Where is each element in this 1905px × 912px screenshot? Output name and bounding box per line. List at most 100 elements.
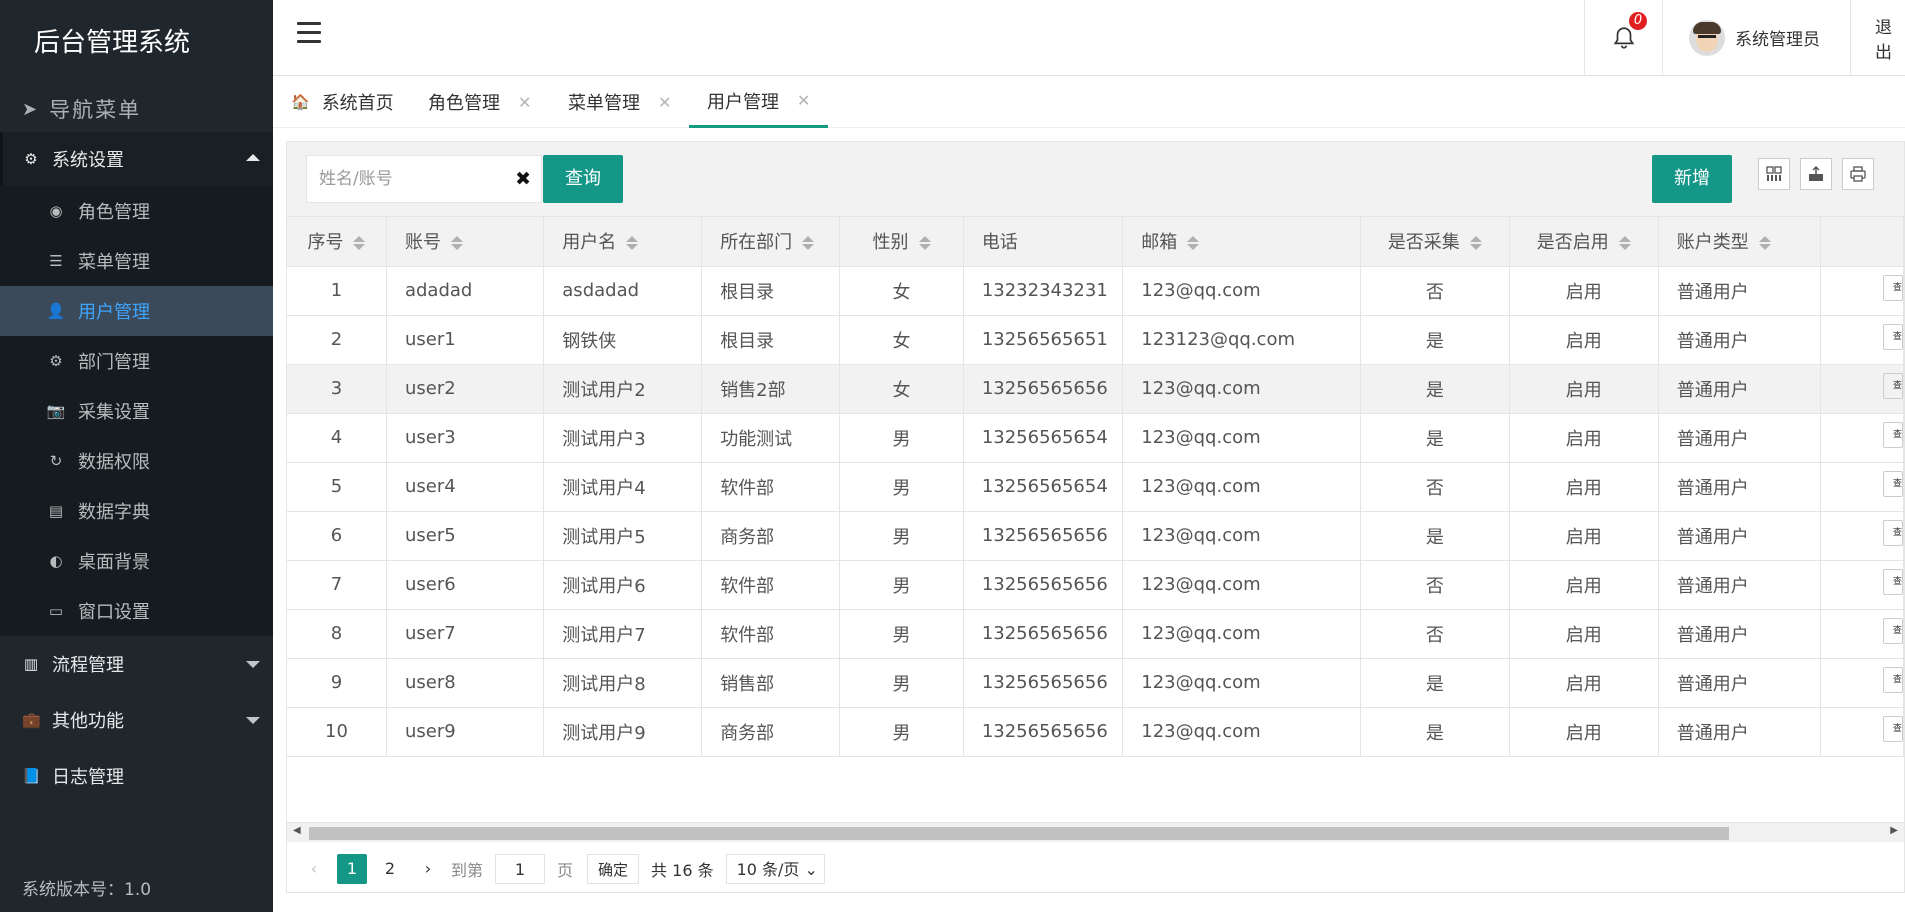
clear-icon[interactable]: ✖ — [515, 168, 531, 190]
sort-icon[interactable] — [626, 235, 639, 251]
next-page-icon[interactable]: › — [413, 854, 443, 884]
sort-icon[interactable] — [1758, 235, 1771, 251]
sidebar-item-desktop-background[interactable]: ◐ 桌面背景 — [0, 536, 273, 586]
table-row[interactable]: 8 user7 测试用户7 软件部男 13256565656 123@qq.com 否启用普… — [287, 609, 1904, 659]
view-row-button[interactable]: 查 — [1882, 520, 1903, 546]
table-row[interactable]: 1 adadad asdadad 根目录女 13232343231 123@qq.com 否… — [287, 266, 1904, 316]
caret-down-icon — [246, 661, 260, 668]
sort-icon[interactable] — [450, 235, 463, 251]
view-row-button[interactable]: 查 — [1882, 569, 1903, 595]
sidebar-group-other-functions[interactable]: 💼 其他功能 — [0, 692, 273, 748]
sort-icon[interactable] — [918, 235, 931, 251]
table-cell-actions: 查 — [1820, 413, 1904, 463]
page-button-2[interactable]: 2 — [375, 854, 405, 884]
sort-icon[interactable] — [1469, 235, 1482, 251]
column-header[interactable]: 是否采集 — [1360, 217, 1510, 267]
search-input[interactable] — [307, 156, 497, 202]
table-cell: user3 — [386, 413, 545, 463]
query-button[interactable]: 查询 — [543, 155, 623, 203]
view-row-button[interactable]: 查 — [1882, 716, 1903, 742]
scroll-right-icon[interactable]: ▶ — [1890, 825, 1898, 836]
table-cell: 13232343231 — [963, 266, 1124, 316]
prev-page-icon[interactable]: ‹ — [299, 854, 329, 884]
table-cell: 男 — [839, 462, 964, 512]
sidebar-group-process-management[interactable]: ▥ 流程管理 — [0, 636, 273, 692]
sort-icon[interactable] — [1618, 235, 1631, 251]
sort-icon[interactable] — [1187, 235, 1200, 251]
sidebar-item-data-dictionary[interactable]: ▤ 数据字典 — [0, 486, 273, 536]
column-header[interactable]: 序号 — [287, 217, 387, 267]
close-icon[interactable]: ✕ — [797, 91, 810, 110]
table-cell: 软件部 — [701, 560, 841, 610]
table-cell: user2 — [386, 364, 545, 414]
table-cell: 4 — [287, 413, 387, 463]
print-button[interactable] — [1842, 158, 1874, 190]
sidebar-item-user-management[interactable]: 👤 用户管理 — [0, 286, 273, 336]
goto-confirm-button[interactable]: 确定 — [587, 853, 640, 884]
view-row-button[interactable]: 查 — [1882, 422, 1903, 448]
page-size-select[interactable]: 10 条/页 ⌄ — [725, 853, 825, 884]
column-header[interactable]: 账号 — [386, 217, 545, 267]
horizontal-scrollbar[interactable]: ◀ ▶ — [287, 822, 1904, 842]
user-menu[interactable]: 系统管理员 — [1662, 0, 1850, 75]
table-row[interactable]: 6 user5 测试用户5 商务部男 13256565656 123@qq.com 是启用普… — [287, 511, 1904, 561]
tab-menu-management[interactable]: 菜单管理 ✕ — [568, 76, 671, 128]
sidebar-item-role-management[interactable]: ◉ 角色管理 — [0, 186, 273, 236]
table-row[interactable]: 2 user1 钢铁侠 根目录女 13256565651 123123@qq.com 是启用… — [287, 315, 1904, 365]
column-header[interactable]: 所在部门 — [701, 217, 841, 267]
page-button-1[interactable]: 1 — [337, 853, 367, 884]
add-button[interactable]: 新增 — [1652, 155, 1732, 203]
column-header[interactable]: 账户类型 — [1658, 217, 1821, 267]
export-button[interactable] — [1800, 158, 1832, 190]
column-header[interactable]: 性别 — [839, 217, 964, 267]
sidebar-item-menu-management[interactable]: ☰ 菜单管理 — [0, 236, 273, 286]
table-row[interactable]: 10 user9 测试用户9 商务部男 13256565656 123@qq.com 是启用… — [287, 707, 1904, 757]
view-row-button[interactable]: 查 — [1882, 324, 1903, 350]
scroll-thumb[interactable] — [309, 827, 1729, 840]
column-header[interactable]: 用户名 — [543, 217, 703, 267]
sort-icon[interactable] — [802, 235, 815, 251]
table-cell: 测试用户9 — [543, 707, 703, 757]
sidebar-item-window-settings[interactable]: ▭ 窗口设置 — [0, 586, 273, 636]
table-row[interactable]: 4 user3 测试用户3 功能测试男 13256565654 123@qq.com 是启用… — [287, 413, 1904, 463]
column-header[interactable]: 是否启用 — [1509, 217, 1659, 267]
columns-filter-button[interactable] — [1758, 158, 1790, 190]
sidebar-group-system-settings[interactable]: ⚙ 系统设置 — [0, 132, 273, 186]
chevron-down-icon: ⌄ — [804, 859, 818, 879]
view-row-button[interactable]: 查 — [1882, 618, 1903, 644]
close-icon[interactable]: ✕ — [518, 93, 531, 112]
tab-role-management[interactable]: 角色管理 ✕ — [428, 76, 531, 128]
sidebar-item-department-management[interactable]: ⚙ 部门管理 — [0, 336, 273, 386]
hamburger-menu-icon[interactable] — [297, 22, 321, 46]
user-name: 系统管理员 — [1735, 30, 1820, 50]
goto-page-input[interactable]: 1 — [495, 853, 546, 884]
view-row-button[interactable]: 查 — [1882, 471, 1903, 497]
close-icon[interactable]: ✕ — [658, 93, 671, 112]
scroll-left-icon[interactable]: ◀ — [293, 825, 301, 836]
table-row[interactable]: 9 user8 测试用户8 销售部男 13256565656 123@qq.com 是启用普… — [287, 658, 1904, 708]
avatar — [1689, 19, 1725, 56]
table-row[interactable]: 7 user6 测试用户6 软件部男 13256565656 123@qq.com 否启用普… — [287, 560, 1904, 610]
table-row[interactable]: 5 user4 测试用户4 软件部男 13256565654 123@qq.com 否启用普… — [287, 462, 1904, 512]
table-cell: 测试用户7 — [543, 609, 703, 659]
sidebar-item-label: 用户管理 — [78, 302, 150, 323]
tab-user-management[interactable]: 用户管理 ✕ — [689, 76, 829, 128]
circle-dot-icon: ◉ — [49, 202, 63, 220]
view-row-button[interactable]: 查 — [1882, 275, 1903, 301]
table-cell: 启用 — [1509, 560, 1659, 610]
tab-home[interactable]: 🏠 系统首页 — [291, 76, 394, 128]
sidebar-group-log-management[interactable]: 📘 日志管理 — [0, 748, 273, 804]
table-row[interactable]: 3 user2 测试用户2 销售2部女 13256565656 123@qq.com 是启用… — [287, 364, 1904, 414]
tab-label: 用户管理 — [707, 91, 779, 113]
notification-button[interactable]: 0 — [1584, 0, 1662, 75]
column-header[interactable]: 邮箱 — [1122, 217, 1361, 267]
view-row-button[interactable]: 查 — [1882, 667, 1903, 693]
camera-icon: 📷 — [46, 402, 66, 420]
sort-icon[interactable] — [353, 235, 366, 251]
view-row-button[interactable]: 查 — [1882, 373, 1903, 399]
table-cell: 启用 — [1509, 511, 1659, 561]
sidebar-item-collection-settings[interactable]: 📷 采集设置 — [0, 386, 273, 436]
logout-button[interactable]: 退出 — [1850, 0, 1905, 75]
sidebar-item-data-permission[interactable]: ↻ 数据权限 — [0, 436, 273, 486]
table-cell: 123@qq.com — [1122, 364, 1361, 414]
